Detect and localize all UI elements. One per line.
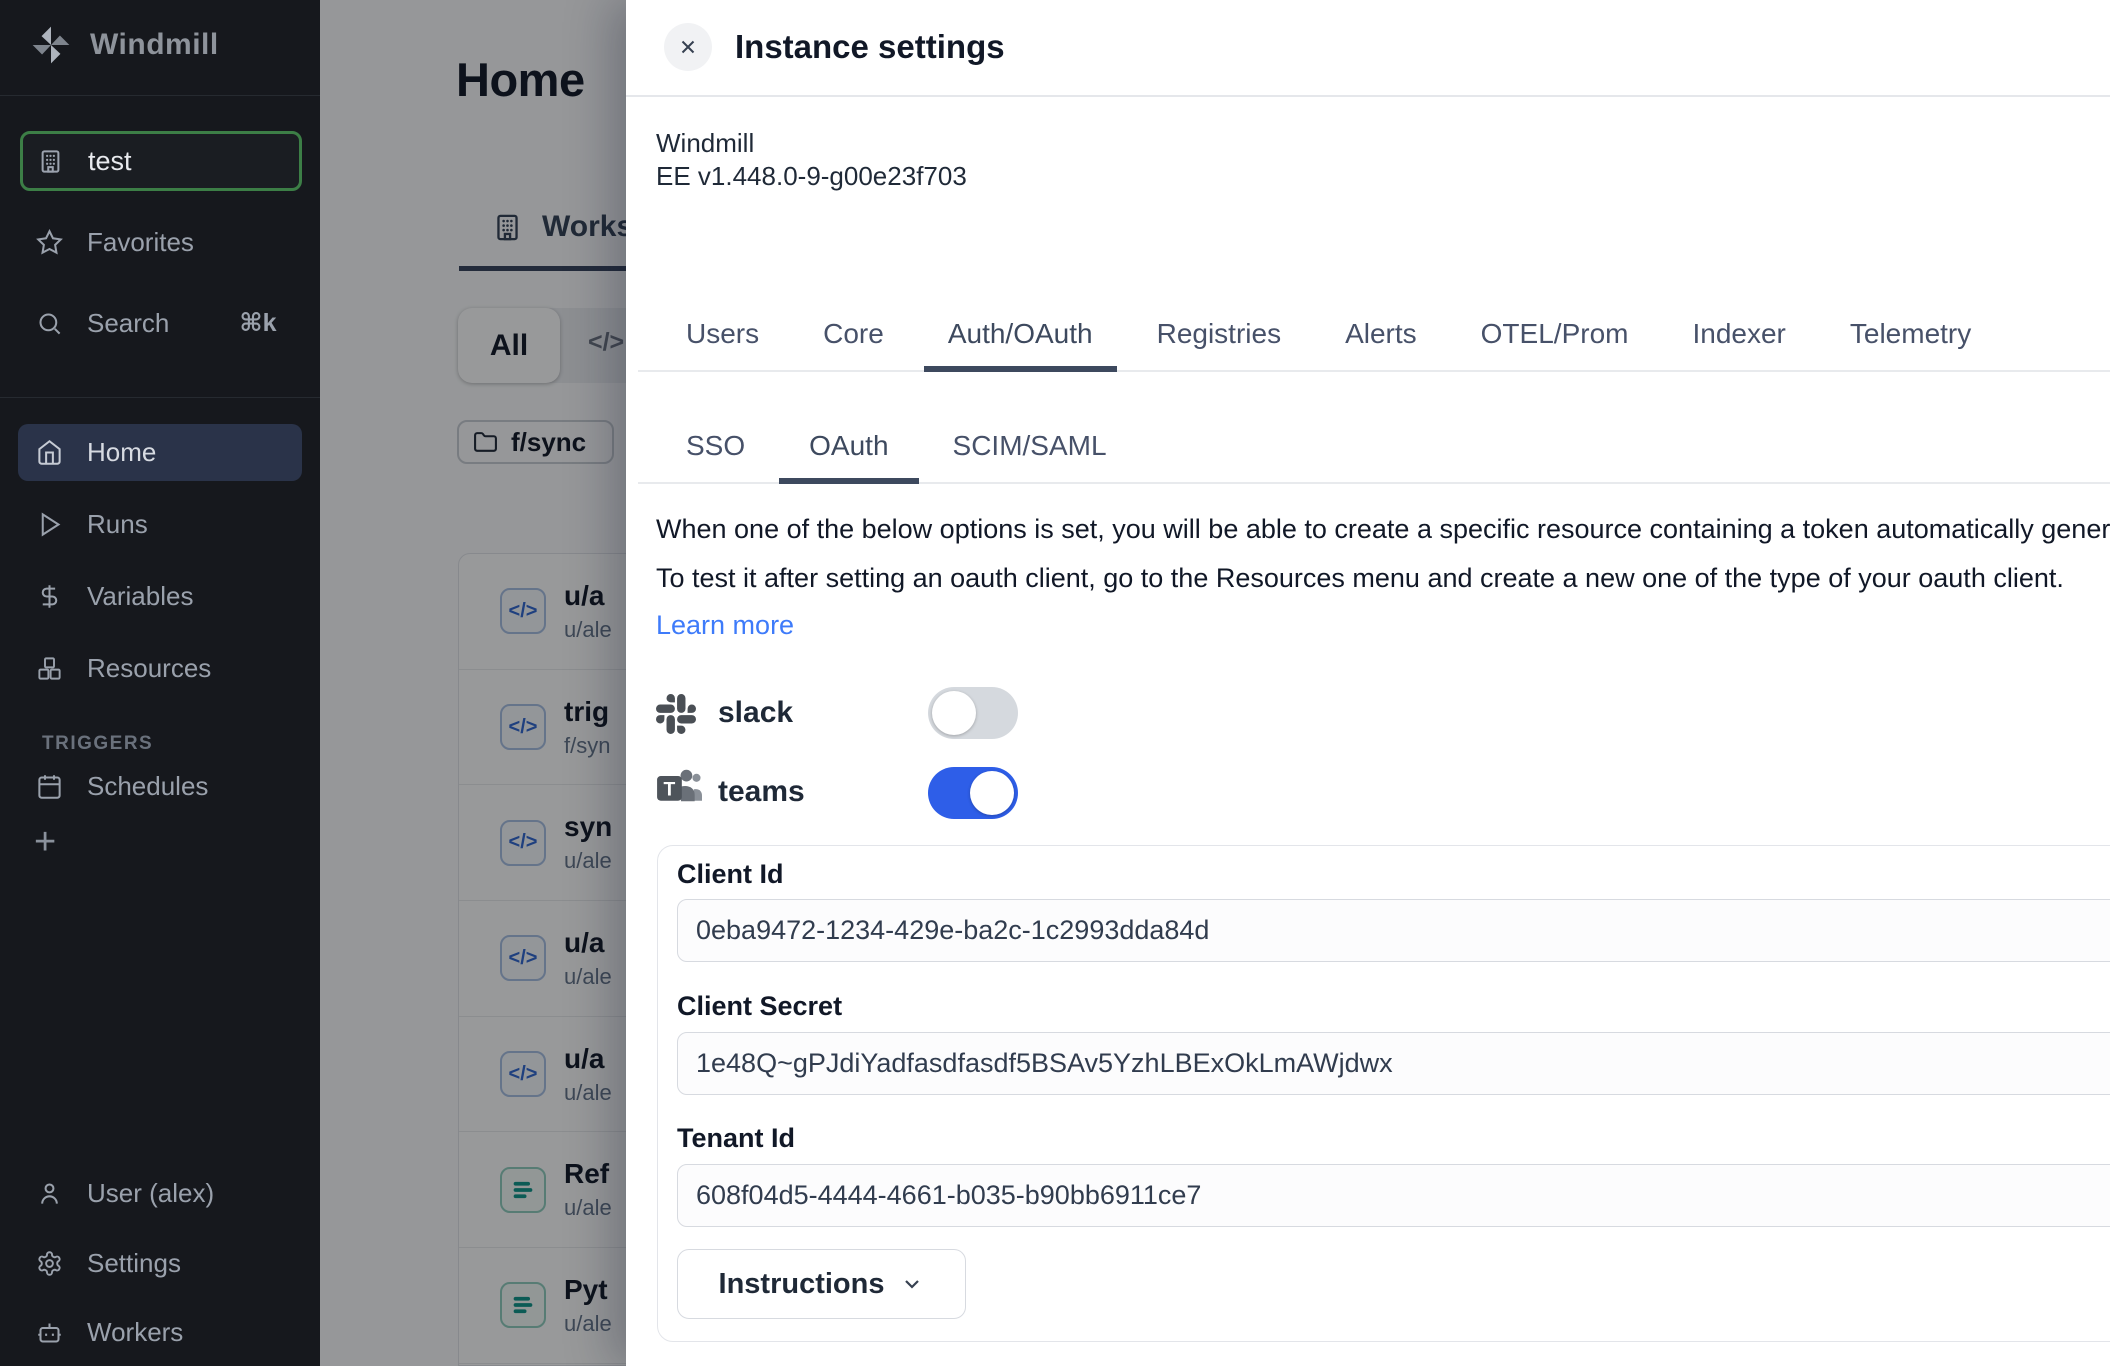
- star-icon: [36, 229, 63, 256]
- chevron-down-icon: [900, 1272, 924, 1296]
- triggers-heading: TRIGGERS: [42, 733, 153, 755]
- app-logo-text: Windmill: [90, 28, 219, 62]
- sidebar-item-variables[interactable]: Variables: [36, 579, 193, 613]
- sidebar-item-label: Search: [87, 308, 169, 339]
- home-icon: [36, 439, 63, 466]
- teams-icon: T: [656, 765, 704, 809]
- divider: [626, 95, 2110, 97]
- gear-icon: [36, 1250, 63, 1277]
- teams-oauth-card: Client Id Client Secret Tenant Id Instru…: [657, 845, 2110, 1342]
- sidebar-item-label: User (alex): [87, 1178, 214, 1209]
- settings-tabs: Users Core Auth/OAuth Registries Alerts …: [638, 316, 2110, 372]
- auth-subtabs: SSO OAuth SCIM/SAML: [638, 428, 2110, 484]
- oauth-description-line1: When one of the below options is set, yo…: [656, 514, 2110, 545]
- tab-otel-prom[interactable]: OTEL/Prom: [1481, 316, 1629, 370]
- instructions-button[interactable]: Instructions: [677, 1249, 966, 1319]
- sidebar-item-label: Home: [87, 437, 156, 468]
- sidebar-item-workers[interactable]: Workers: [36, 1315, 183, 1349]
- learn-more-link[interactable]: Learn more: [656, 610, 794, 641]
- search-shortcut: ⌘k: [239, 308, 276, 338]
- sidebar-item-runs[interactable]: Runs: [36, 507, 148, 541]
- tab-telemetry[interactable]: Telemetry: [1850, 316, 1971, 370]
- tenant-id-label: Tenant Id: [677, 1123, 795, 1154]
- close-button[interactable]: [664, 23, 712, 71]
- toggle-knob: [932, 691, 976, 735]
- tab-indexer[interactable]: Indexer: [1692, 316, 1785, 370]
- sidebar-item-label: Variables: [87, 581, 193, 612]
- workspace-name: test: [88, 146, 132, 177]
- sidebar-item-label: Resources: [87, 653, 211, 684]
- teams-toggle[interactable]: [928, 767, 1018, 819]
- sidebar-item-label: Favorites: [87, 227, 194, 258]
- client-secret-input[interactable]: [677, 1032, 2110, 1095]
- app-logo[interactable]: Windmill: [30, 24, 219, 66]
- slack-icon: [656, 694, 696, 734]
- user-icon: [36, 1180, 63, 1207]
- sidebar-item-user[interactable]: User (alex): [36, 1176, 214, 1210]
- slack-label: slack: [718, 696, 793, 730]
- divider: [0, 397, 320, 398]
- subtab-sso[interactable]: SSO: [686, 428, 745, 482]
- tenant-id-input[interactable]: [677, 1164, 2110, 1227]
- calendar-icon: [36, 773, 63, 800]
- tab-alerts[interactable]: Alerts: [1345, 316, 1417, 370]
- sidebar-item-search[interactable]: Search ⌘k: [36, 306, 277, 340]
- robot-icon: [36, 1319, 63, 1346]
- sidebar-item-label: Workers: [87, 1317, 183, 1348]
- sidebar-item-schedules[interactable]: Schedules: [36, 769, 208, 803]
- tab-users[interactable]: Users: [686, 316, 759, 370]
- svg-text:T: T: [663, 779, 675, 800]
- sidebar-item-favorites[interactable]: Favorites: [36, 225, 194, 259]
- instance-settings-drawer: Instance settings Windmill EE v1.448.0-9…: [626, 0, 2110, 1366]
- divider: [0, 95, 320, 96]
- building-icon: [37, 148, 64, 175]
- drawer-title: Instance settings: [735, 28, 1005, 66]
- tab-auth-oauth[interactable]: Auth/OAuth: [924, 316, 1117, 372]
- version-text: EE v1.448.0-9-g00e23f703: [656, 161, 967, 192]
- toggle-knob: [970, 771, 1014, 815]
- sidebar-item-label: Settings: [87, 1248, 181, 1279]
- boxes-icon: [36, 655, 63, 682]
- oauth-description-line2: To test it after setting an oauth client…: [656, 563, 2064, 594]
- sidebar-item-label: Runs: [87, 509, 148, 540]
- app-name: Windmill: [656, 128, 754, 159]
- client-id-input[interactable]: [677, 899, 2110, 962]
- teams-label: teams: [718, 775, 805, 809]
- instructions-label: Instructions: [719, 1268, 885, 1301]
- sidebar-item-settings[interactable]: Settings: [36, 1246, 181, 1280]
- sidebar-item-label: Schedules: [87, 771, 208, 802]
- tab-registries[interactable]: Registries: [1157, 316, 1281, 370]
- close-icon: [677, 36, 699, 58]
- workspace-selector[interactable]: test: [20, 131, 302, 191]
- subtab-oauth[interactable]: OAuth: [779, 428, 918, 484]
- client-id-label: Client Id: [677, 859, 784, 890]
- client-secret-label: Client Secret: [677, 991, 842, 1022]
- tab-core[interactable]: Core: [823, 316, 884, 370]
- sidebar-item-home[interactable]: Home: [18, 424, 302, 481]
- dollar-icon: [36, 583, 63, 610]
- sidebar: Windmill test Favorites Search ⌘k Home R…: [0, 0, 320, 1366]
- search-icon: [36, 310, 63, 337]
- slack-toggle[interactable]: [928, 687, 1018, 739]
- subtab-scim-saml[interactable]: SCIM/SAML: [953, 428, 1107, 482]
- sidebar-item-resources[interactable]: Resources: [36, 651, 211, 685]
- play-icon: [36, 511, 63, 538]
- add-trigger-button[interactable]: +: [34, 822, 56, 862]
- windmill-logo-icon: [30, 24, 72, 66]
